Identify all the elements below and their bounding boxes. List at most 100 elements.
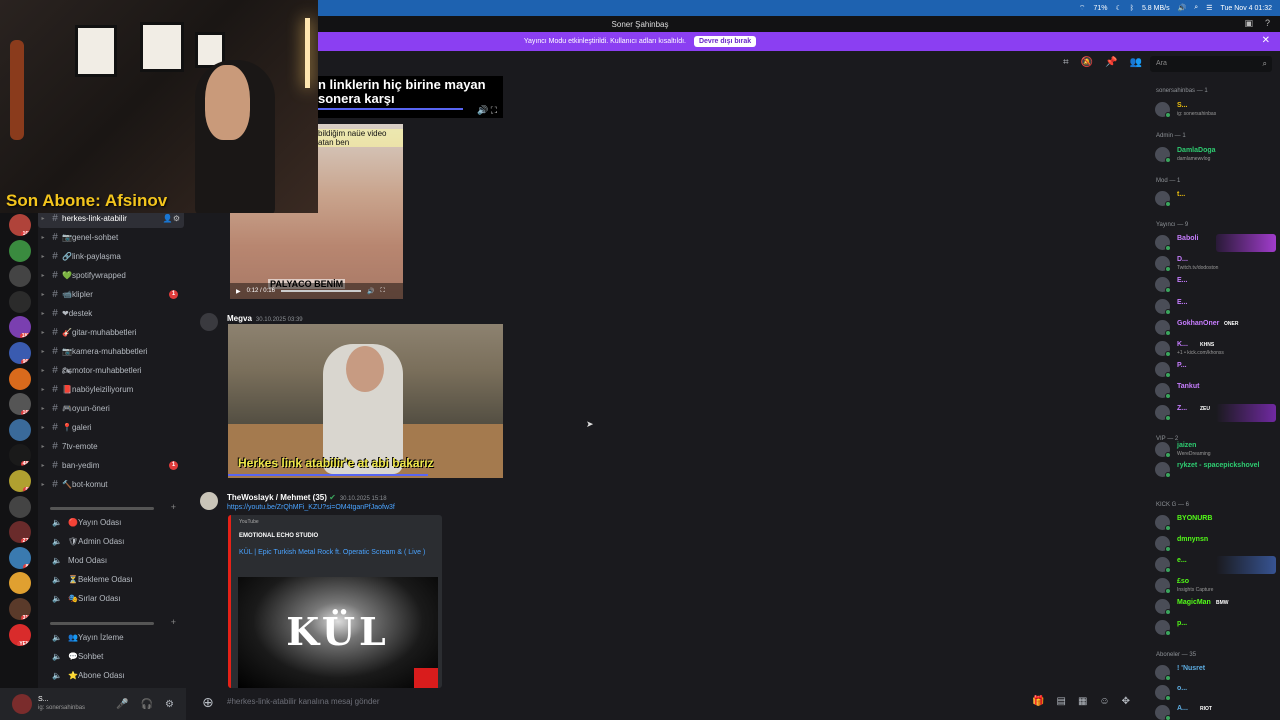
member-item[interactable]: e... — [1146, 555, 1280, 575]
sticker-icon[interactable]: ▦ — [1078, 696, 1087, 707]
voice-channel[interactable]: 🔈 ⭐Abone Odası — [38, 666, 184, 685]
member-item[interactable]: D... Twitch.tv/dodoston — [1146, 254, 1280, 274]
network-speed[interactable]: 5.8 MB/s — [1142, 5, 1170, 12]
member-item[interactable]: p... — [1146, 618, 1280, 638]
embed-author[interactable]: EMOTIONAL ECHO STUDIO — [239, 533, 318, 539]
member-item[interactable]: Tankut — [1146, 381, 1280, 401]
message-author[interactable]: Megva 30.10.2025 03:39 — [227, 314, 303, 323]
play-icon[interactable]: ▶ — [236, 288, 241, 295]
pin-icon[interactable]: 📌 — [1105, 57, 1117, 68]
chevron-right-icon[interactable]: ▸ — [38, 215, 48, 222]
server-icon[interactable]: 65 — [9, 470, 31, 492]
menubar-datetime[interactable]: Tue Nov 4 01:32 — [1221, 5, 1273, 12]
settings-gear-icon[interactable]: ⚙ — [165, 699, 174, 710]
server-icon[interactable] — [9, 367, 31, 390]
video-controls[interactable]: 🔊 ⛶ — [477, 105, 497, 116]
channel-item[interactable]: ▸ # 🎸gitar-muhabbetleri — [38, 323, 184, 342]
member-item[interactable]: Z... ZEU — [1146, 403, 1280, 423]
channel-item[interactable]: ▸ # ban-yedim 1 — [38, 456, 184, 475]
emoji-icon[interactable]: ☺ — [1099, 696, 1109, 707]
chevron-right-icon[interactable]: ▸ — [38, 253, 48, 260]
member-item[interactable]: BYONURB — [1146, 513, 1280, 533]
bluetooth-icon[interactable]: ᛒ — [1130, 5, 1134, 12]
channel-item[interactable]: ▸ #7tv-emote — [38, 437, 184, 456]
member-item[interactable]: K... KHNS +1 • kick.com/khonss — [1146, 339, 1280, 359]
apps-icon[interactable]: ✥ — [1122, 696, 1130, 707]
chevron-right-icon[interactable]: ▸ — [38, 424, 48, 431]
threads-icon[interactable]: ⌗ — [1063, 57, 1069, 68]
video-progress[interactable] — [318, 108, 463, 110]
server-icon[interactable]: YENİ — [9, 623, 31, 646]
chevron-right-icon[interactable]: ▸ — [38, 234, 48, 241]
message-author[interactable]: TheWoslayk / Mehmet (35) ✔ 30.10.2025 15:… — [227, 493, 387, 502]
avatar[interactable] — [200, 492, 218, 510]
channel-item[interactable]: ▸ # 🔗link-paylaşma — [38, 247, 184, 266]
channel-item[interactable]: ▸ # 💚spotifywrapped — [38, 266, 184, 285]
help-icon[interactable]: ? — [1265, 18, 1270, 29]
member-item[interactable]: DamlaDoga damlamewvlog — [1146, 145, 1280, 165]
member-item[interactable]: £so Insights Capture — [1146, 576, 1280, 596]
inbox-icon[interactable]: ▣ — [1244, 18, 1253, 29]
channel-item[interactable]: ▸ # ❤destek — [38, 304, 184, 323]
members-icon[interactable]: 👥 — [1130, 57, 1142, 68]
gift-icon[interactable]: 🎁 — [1032, 696, 1044, 707]
member-item[interactable]: S... ig: sonersahinbas — [1146, 100, 1280, 120]
member-item[interactable]: A... RIOT — [1146, 703, 1280, 720]
channel-settings-icon[interactable]: 👤⚙ — [163, 214, 180, 223]
chevron-right-icon[interactable]: ▸ — [38, 329, 48, 336]
channel-item[interactable]: ▸ # 🎮oyun-öneri — [38, 399, 184, 418]
server-icon[interactable]: 964 — [9, 342, 31, 364]
search-input[interactable]: Ara ⌕ — [1150, 56, 1272, 72]
server-icon[interactable] — [9, 572, 31, 595]
member-item[interactable]: E... — [1146, 275, 1280, 295]
wifi-icon[interactable]: ⌔ — [1079, 4, 1086, 13]
chevron-right-icon[interactable]: ▸ — [38, 367, 48, 374]
server-icon[interactable]: 167 — [9, 214, 31, 236]
chevron-right-icon[interactable]: ▸ — [38, 443, 48, 450]
video-player[interactable]: n linklerin hiç birine mayan sonera karş… — [318, 76, 503, 118]
youtube-link[interactable]: https://youtu.be/ZrQhMFi_KZU?si=OM4tganP… — [227, 504, 395, 511]
voice-channel[interactable]: 🔈 🔴Yayın Odası — [38, 513, 184, 532]
embed-thumbnail[interactable]: KÜL — [238, 577, 438, 688]
chevron-right-icon[interactable]: ▸ — [38, 405, 48, 412]
chevron-right-icon[interactable]: ▸ — [38, 386, 48, 393]
avatar[interactable] — [200, 313, 218, 331]
channel-item[interactable]: ▸ # 📷genel-sohbet — [38, 228, 184, 247]
battery-level[interactable]: 71% — [1093, 5, 1107, 12]
add-attachment-icon[interactable]: ⊕ — [202, 694, 214, 711]
member-item[interactable]: MagicMan BMW — [1146, 597, 1280, 617]
server-icon[interactable]: 271 — [9, 521, 31, 544]
search-icon[interactable]: ⌕ — [1194, 4, 1198, 12]
member-item[interactable]: GokhanOner ONER — [1146, 318, 1280, 338]
voice-channel[interactable]: 🔈 🛡Admin Odası — [38, 532, 184, 551]
member-item[interactable]: ! 'Nusret — [1146, 663, 1280, 683]
control-center-icon[interactable]: ☰ — [1206, 4, 1212, 12]
mute-bell-icon[interactable]: 🔕 — [1081, 57, 1093, 68]
voice-category[interactable]: + — [50, 617, 176, 627]
add-channel-icon[interactable]: + — [171, 617, 176, 627]
member-item[interactable]: E... — [1146, 297, 1280, 317]
member-item[interactable]: jaizen WereDreaming — [1146, 440, 1280, 460]
embed-title[interactable]: KÜL | Epic Turkish Metal Rock ft. Operat… — [239, 547, 435, 558]
channel-item[interactable]: ▸ # 📷kamera-muhabbetleri — [38, 342, 184, 361]
server-icon[interactable]: 482 — [9, 444, 31, 467]
chevron-right-icon[interactable]: ▸ — [38, 291, 48, 298]
voice-channel[interactable]: 🔈 🎭Sırlar Odası — [38, 589, 184, 608]
embed-provider[interactable]: YouTube — [239, 519, 259, 525]
fullscreen-icon[interactable]: ⛶ — [380, 288, 384, 295]
member-item[interactable]: dmnynsn — [1146, 534, 1280, 554]
server-icon[interactable]: 1K+ — [9, 316, 31, 339]
moon-icon[interactable]: ☾ — [1115, 4, 1121, 12]
voice-channel[interactable]: 🔈 ⏳Bekleme Odası — [38, 570, 184, 589]
video-player[interactable]: Herkes link atabilir'e at abi bakarız — [228, 324, 503, 478]
server-icon[interactable] — [9, 290, 31, 313]
voice-channel[interactable]: 🔈 Mod Odası — [38, 551, 184, 570]
channel-item[interactable]: ▸ # 🏍motor-muhabbetleri — [38, 361, 184, 380]
server-icon[interactable]: 316 — [9, 598, 31, 620]
member-item[interactable]: t... — [1146, 189, 1280, 209]
server-icon[interactable]: 165 — [9, 393, 31, 416]
video-progress[interactable] — [228, 474, 428, 476]
disable-streamer-mode-button[interactable]: Devre dışı bırak — [693, 36, 757, 47]
voice-category[interactable]: + — [50, 502, 176, 512]
channel-item[interactable]: ▸ # 📹klipler 1 — [38, 285, 184, 304]
